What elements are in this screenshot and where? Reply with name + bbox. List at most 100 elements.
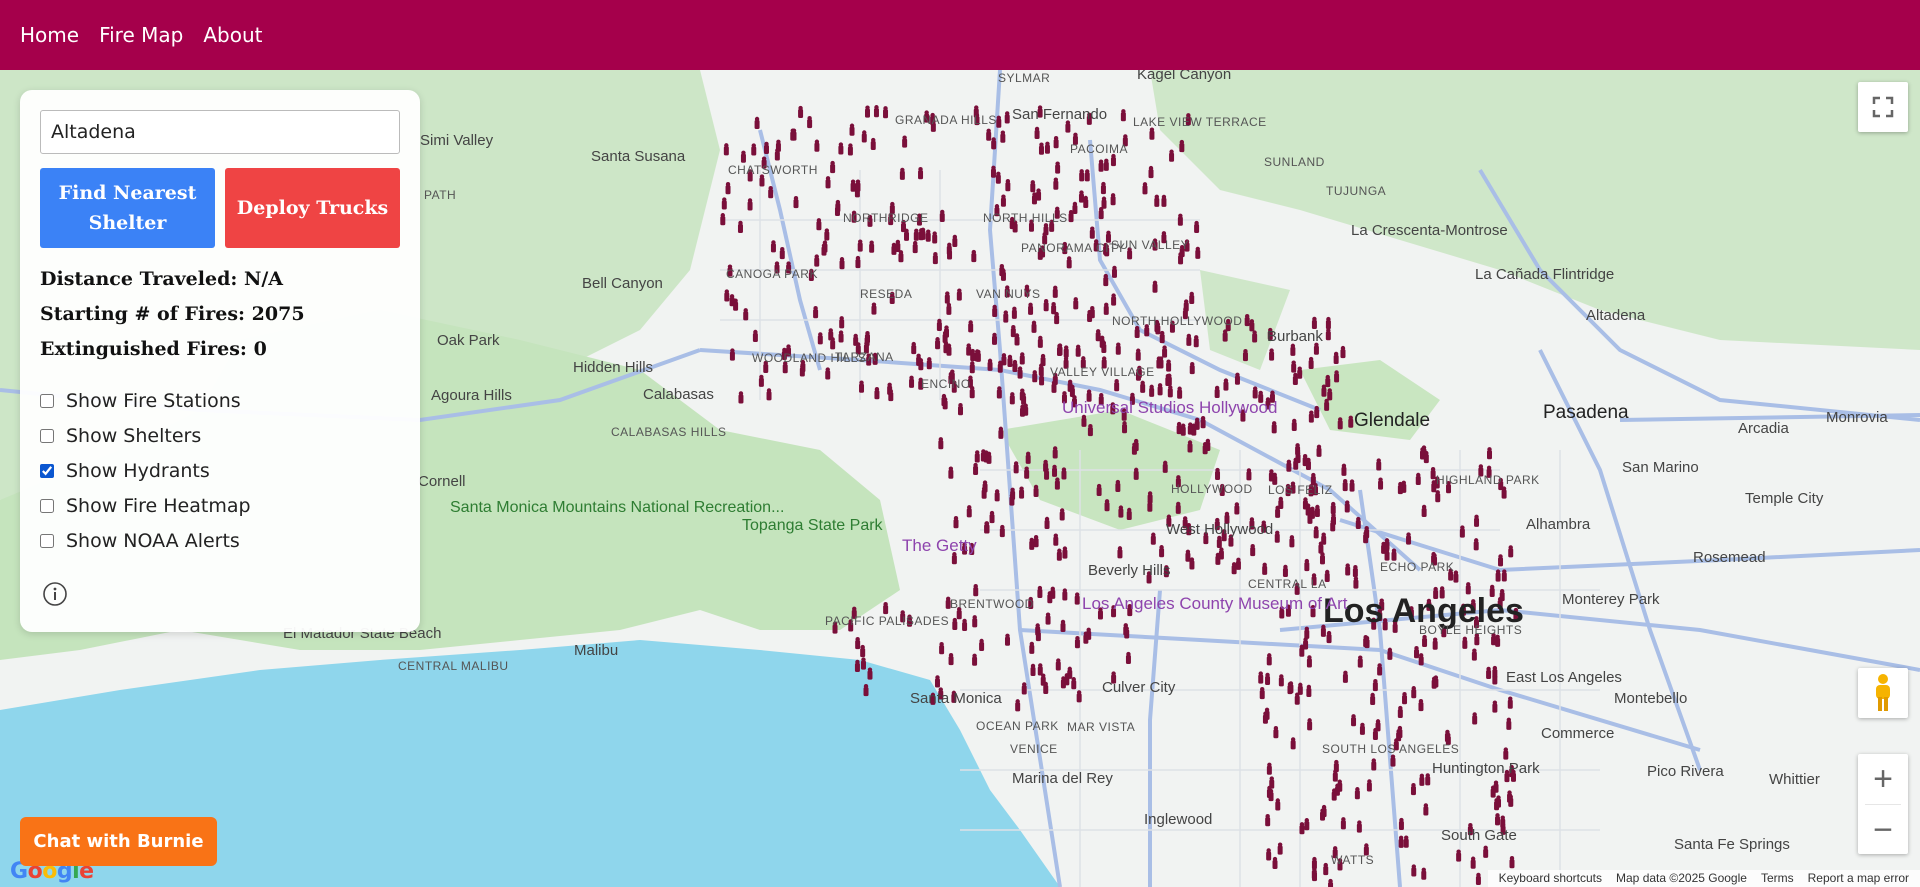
hydrant-marker[interactable] (1278, 496, 1284, 509)
hydrant-marker[interactable] (942, 397, 948, 410)
hydrant-marker[interactable] (997, 360, 1003, 373)
hydrant-marker[interactable] (1159, 545, 1165, 558)
hydrant-marker[interactable] (824, 228, 830, 241)
hydrant-marker[interactable] (1056, 548, 1062, 561)
hydrant-marker[interactable] (1356, 820, 1362, 833)
hydrant-marker[interactable] (1025, 451, 1031, 464)
hydrant-marker[interactable] (1125, 651, 1131, 665)
hydrant-marker[interactable] (874, 387, 880, 400)
hydrant-marker[interactable] (817, 332, 823, 345)
hydrant-marker[interactable] (1052, 446, 1058, 459)
hydrant-marker[interactable] (768, 186, 774, 199)
hydrant-marker[interactable] (807, 115, 813, 129)
hydrant-marker[interactable] (994, 489, 1000, 502)
hydrant-marker[interactable] (1258, 671, 1264, 684)
hydrant-marker[interactable] (1337, 417, 1343, 430)
hydrant-marker[interactable] (1333, 351, 1339, 364)
hydrant-marker[interactable] (1103, 158, 1109, 171)
hydrant-marker[interactable] (1327, 388, 1333, 401)
hydrant-marker[interactable] (1103, 273, 1109, 287)
hydrant-marker[interactable] (1290, 343, 1296, 356)
hydrant-marker[interactable] (956, 288, 962, 301)
hydrant-marker[interactable] (839, 257, 845, 270)
hydrant-marker[interactable] (999, 524, 1005, 538)
hydrant-marker[interactable] (1265, 814, 1271, 827)
hydrant-marker[interactable] (1352, 564, 1358, 578)
hydrant-marker[interactable] (729, 348, 735, 361)
hydrant-marker[interactable] (1319, 552, 1325, 565)
hydrant-marker[interactable] (1376, 458, 1382, 471)
hydrant-marker[interactable] (1330, 519, 1336, 532)
hydrant-marker[interactable] (1307, 718, 1313, 731)
hydrant-marker[interactable] (1471, 648, 1477, 661)
hydrant-marker[interactable] (873, 105, 879, 118)
hydrant-marker[interactable] (935, 337, 941, 350)
hydrant-marker[interactable] (1277, 842, 1283, 855)
hydrant-marker[interactable] (969, 361, 975, 374)
hydrant-marker[interactable] (1035, 628, 1041, 642)
hydrant-marker[interactable] (1246, 468, 1252, 481)
hydrant-marker[interactable] (1378, 477, 1384, 490)
poi-the-getty[interactable]: The Getty (902, 536, 977, 556)
hydrant-marker[interactable] (1009, 392, 1015, 405)
hydrant-marker[interactable] (899, 167, 905, 180)
hydrant-marker[interactable] (1398, 835, 1404, 848)
hydrant-marker[interactable] (1288, 681, 1294, 694)
hydrant-marker[interactable] (1403, 835, 1409, 848)
hydrant-marker[interactable] (1351, 714, 1357, 727)
report-map-error-link[interactable]: Report a map error (1808, 870, 1909, 887)
hydrant-marker[interactable] (996, 115, 1002, 128)
hydrant-marker[interactable] (1189, 361, 1195, 375)
hydrant-marker[interactable] (1278, 674, 1284, 687)
terms-link[interactable]: Terms (1761, 870, 1794, 887)
hydrant-marker[interactable] (1148, 165, 1154, 179)
hydrant-marker[interactable] (814, 139, 820, 152)
hydrant-marker[interactable] (1053, 533, 1059, 546)
hydrant-marker[interactable] (1062, 588, 1068, 601)
hydrant-marker[interactable] (1021, 682, 1027, 695)
hydrant-marker[interactable] (1391, 548, 1397, 561)
hydrant-marker[interactable] (1275, 798, 1281, 811)
hydrant-marker[interactable] (751, 143, 757, 156)
hydrant-marker[interactable] (1100, 181, 1106, 195)
hydrant-marker[interactable] (1133, 467, 1139, 480)
hydrant-marker[interactable] (1089, 226, 1095, 239)
hydrant-marker[interactable] (1015, 699, 1021, 712)
hydrant-marker[interactable] (865, 105, 871, 118)
hydrant-marker[interactable] (1177, 386, 1183, 399)
hydrant-marker[interactable] (854, 659, 860, 672)
hydrant-marker[interactable] (1342, 670, 1348, 683)
hydrant-marker[interactable] (1318, 541, 1324, 554)
hydrant-marker[interactable] (1302, 497, 1308, 510)
hydrant-marker[interactable] (1390, 754, 1396, 767)
hydrant-marker[interactable] (1371, 758, 1377, 771)
hydrant-marker[interactable] (1074, 636, 1080, 649)
hydrant-marker[interactable] (1234, 502, 1240, 515)
hydrant-marker[interactable] (953, 516, 959, 529)
hydrant-marker[interactable] (972, 653, 978, 666)
hydrant-marker[interactable] (1269, 348, 1275, 361)
hydrant-marker[interactable] (1384, 538, 1390, 551)
hydrant-marker[interactable] (1293, 457, 1299, 470)
hydrant-marker[interactable] (1314, 504, 1320, 518)
hydrant-marker[interactable] (1118, 505, 1124, 518)
hydrant-marker[interactable] (952, 617, 958, 631)
hydrant-marker[interactable] (984, 521, 990, 534)
hydrant-marker[interactable] (1308, 356, 1314, 370)
hydrant-marker[interactable] (1266, 848, 1272, 861)
hydrant-marker[interactable] (898, 250, 904, 263)
hydrant-marker[interactable] (1029, 641, 1035, 654)
zoom-in-button[interactable]: + (1858, 754, 1908, 804)
fire-heatmap-checkbox[interactable] (40, 498, 54, 513)
hydrant-marker[interactable] (1501, 569, 1507, 582)
hydrant-marker[interactable] (1474, 514, 1480, 527)
hydrant-marker[interactable] (1169, 149, 1175, 162)
hydrant-marker[interactable] (720, 213, 726, 226)
hydrant-marker[interactable] (1234, 372, 1240, 385)
hydrant-marker[interactable] (1051, 380, 1057, 393)
hydrant-marker[interactable] (1249, 319, 1255, 332)
hydrant-marker[interactable] (1490, 785, 1496, 798)
hydrant-marker[interactable] (1268, 788, 1274, 802)
hydrant-marker[interactable] (1037, 335, 1043, 348)
poi-lacma[interactable]: Los Angeles County Museum of Art (1082, 595, 1348, 612)
